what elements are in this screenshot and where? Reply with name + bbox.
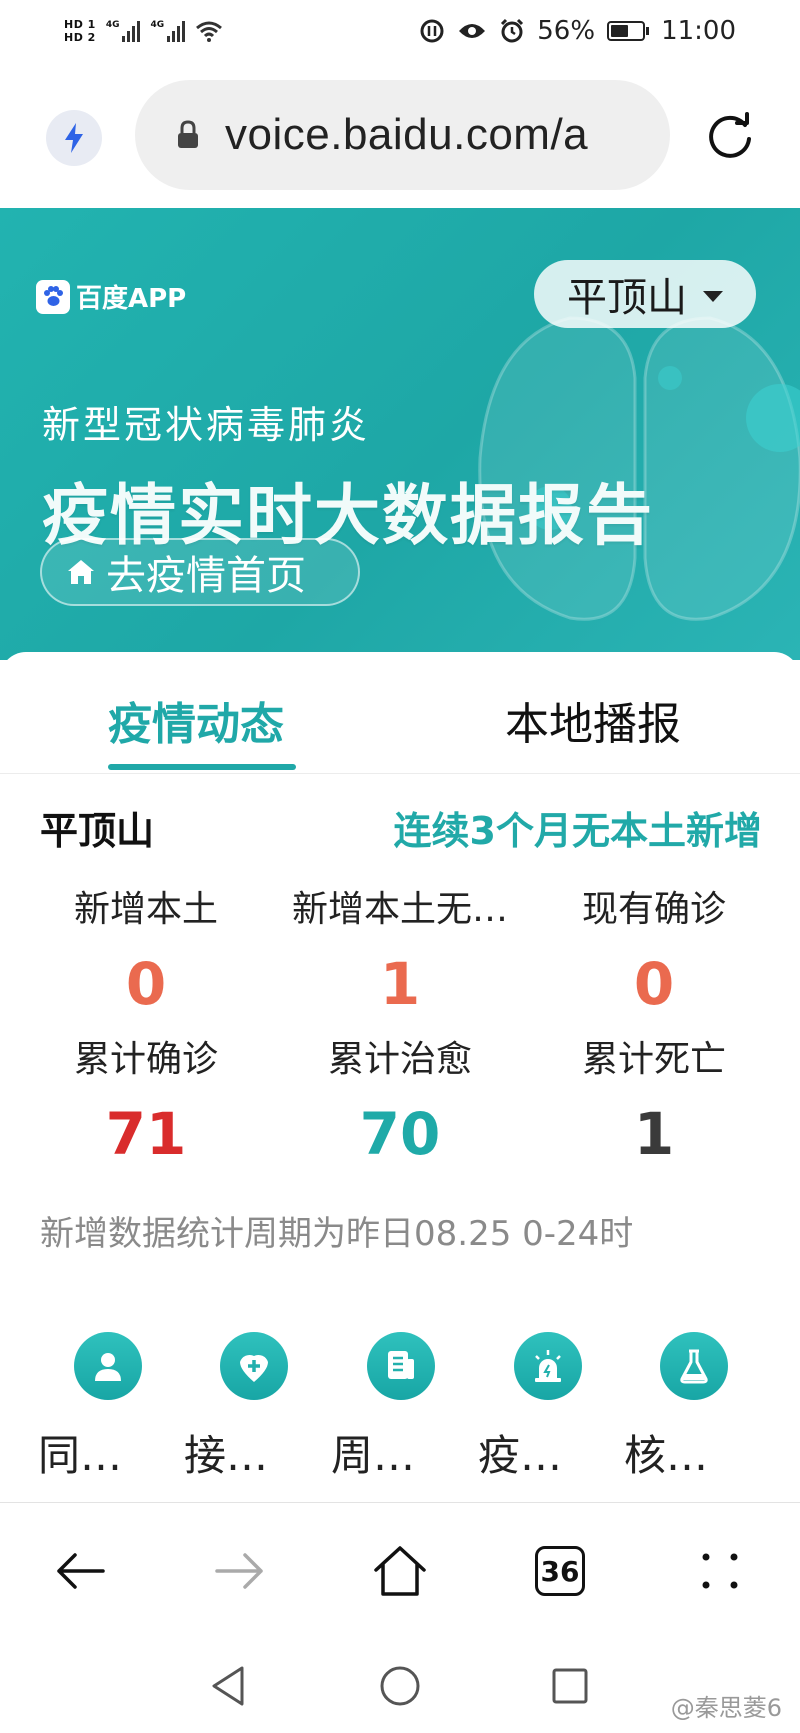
city-selector-label: 平顶山: [567, 275, 687, 321]
address-bar-row: voice.baidu.com/a: [0, 62, 800, 208]
clock: 11:00: [661, 16, 736, 46]
reload-icon: [709, 112, 751, 158]
house-icon: [374, 1546, 426, 1596]
stat-label: 累计治愈: [327, 1039, 472, 1080]
stat-new-local-asymptomatic: 新增本土无… 1: [270, 880, 530, 1018]
nav-home-icon[interactable]: [378, 1664, 422, 1708]
status-bar: HD 1 HD 2 4G 4G 56% 11:00: [0, 0, 800, 62]
lightning-icon: [65, 123, 83, 153]
quick-link-nucleic-test[interactable]: 核…: [624, 1332, 758, 1483]
wifi-icon: [196, 21, 223, 42]
quick-link-same-trip[interactable]: 同…: [38, 1332, 172, 1483]
quick-link-weekly[interactable]: 周…: [331, 1332, 465, 1483]
stat-value: 0: [125, 950, 167, 1018]
quick-link-label: 同…: [38, 1431, 123, 1480]
logo-text: 百度APP: [76, 284, 187, 314]
menu-button[interactable]: [688, 1539, 752, 1603]
stat-current-confirmed: 现有确诊 0: [524, 880, 784, 1018]
stat-new-local: 新增本土 0: [16, 880, 276, 1018]
nav-back-icon[interactable]: [208, 1664, 248, 1708]
stat-label: 新增本土: [73, 889, 218, 930]
tab-epidemic-dynamics[interactable]: 疫情动态: [108, 688, 284, 752]
region-status-note: 连续3个月无本土新增: [393, 809, 762, 853]
epidemic-home-button[interactable]: 去疫情首页: [40, 538, 360, 606]
system-nav-bar: @秦思菱6: [0, 1644, 800, 1733]
banner-subtitle: 新型冠状病毒肺炎: [42, 403, 371, 447]
baidu-app-logo: 百度APP: [36, 278, 186, 315]
battery-percent: 56%: [537, 16, 596, 46]
quick-link-label: 周…: [331, 1431, 416, 1480]
epidemic-banner: 百度APP 平顶山 新型冠状病毒肺炎 疫情实时大数据报告 去疫情首页: [0, 208, 800, 660]
speed-mode-button[interactable]: [46, 110, 102, 166]
region-name: 平顶山: [40, 809, 155, 853]
sim2-label: HD 2: [64, 31, 96, 44]
watermark: @秦思菱6: [670, 1694, 782, 1722]
back-button[interactable]: [48, 1539, 112, 1603]
stat-label: 累计死亡: [581, 1039, 726, 1080]
city-selector[interactable]: 平顶山: [534, 260, 756, 328]
quick-link-label: 核…: [624, 1431, 709, 1480]
data-saver-icon: [420, 19, 444, 43]
tab-bar: 疫情动态 本地播报: [0, 652, 800, 774]
active-tab-indicator: [108, 764, 296, 770]
person-icon: [74, 1332, 142, 1400]
quick-link-label: 疫…: [478, 1431, 563, 1480]
battery-icon: [607, 21, 650, 41]
stat-value: 1: [379, 950, 421, 1018]
sim-indicators: HD 1 HD 2: [64, 19, 96, 43]
dropdown-caret-icon: [703, 290, 723, 302]
eye-icon: [459, 24, 486, 38]
dots-menu-icon: [702, 1553, 738, 1589]
tab-local-report[interactable]: 本地播报: [505, 688, 681, 752]
stats-period-note: 新增数据统计周期为昨日08.25 0-24时: [40, 1214, 634, 1254]
quick-link-epidemic-alert[interactable]: 疫…: [478, 1332, 612, 1483]
tabs-button[interactable]: 36: [528, 1539, 592, 1603]
back-arrow-icon: [57, 1553, 105, 1589]
reload-button[interactable]: [702, 108, 758, 164]
alarm-icon: [501, 18, 524, 43]
forward-button[interactable]: [208, 1539, 272, 1603]
document-icon: [367, 1332, 435, 1400]
stat-label: 累计确诊: [73, 1039, 218, 1080]
signal-1-icon: 4G: [106, 20, 141, 42]
flask-icon: [660, 1332, 728, 1400]
home-button-label: 去疫情首页: [106, 553, 306, 599]
lock-icon: [173, 120, 203, 150]
url-field[interactable]: voice.baidu.com/a: [135, 80, 670, 190]
nav-recents-icon[interactable]: [550, 1664, 590, 1708]
data-card: 疫情动态 本地播报 平顶山 连续3个月无本土新增 新增本土 0 新增本土无… 1…: [0, 652, 800, 1502]
tab-count-badge: 36: [535, 1546, 585, 1596]
home-icon: [68, 560, 94, 584]
stat-value: 1: [633, 1100, 675, 1168]
stat-value: 0: [633, 950, 675, 1018]
home-nav-button[interactable]: [368, 1539, 432, 1603]
stat-total-confirmed: 累计确诊 71: [16, 1030, 276, 1168]
browser-toolbar: 36: [0, 1502, 800, 1644]
region-header: 平顶山 连续3个月无本土新增: [40, 800, 762, 855]
forward-arrow-icon: [215, 1553, 263, 1589]
stat-label: 新增本土无…: [291, 889, 508, 930]
signal-2-icon: 4G: [150, 20, 186, 42]
stat-label: 现有确诊: [581, 889, 726, 930]
stat-total-recovered: 累计治愈 70: [270, 1030, 530, 1168]
quick-link-label: 接…: [184, 1431, 269, 1480]
quick-link-vaccination[interactable]: 接…: [184, 1332, 318, 1483]
baidu-paw-icon: [36, 279, 70, 314]
medical-plus-icon: [220, 1332, 288, 1400]
stat-value: 70: [359, 1100, 441, 1168]
sim1-label: HD 1: [64, 18, 96, 31]
alarm-light-icon: [514, 1332, 582, 1400]
stat-total-deaths: 累计死亡 1: [524, 1030, 784, 1168]
stat-value: 71: [105, 1100, 187, 1168]
url-text: voice.baidu.com/a: [225, 110, 589, 159]
